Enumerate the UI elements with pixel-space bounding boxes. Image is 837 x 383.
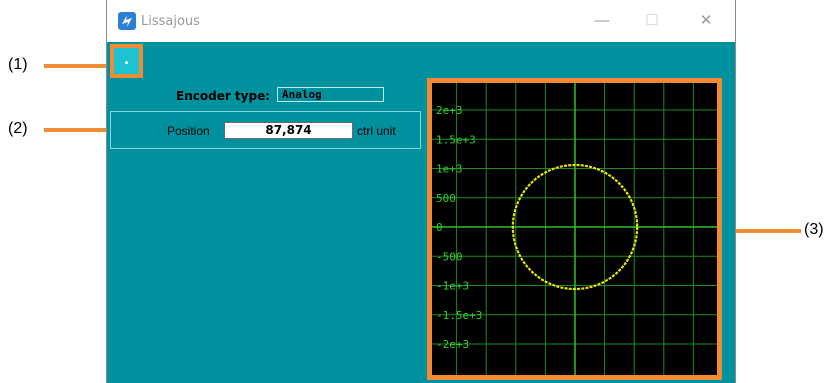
position-label: Position [167,124,210,138]
lissajous-plot: 2e+3 1.5e+3 1e+3 500 0 -500 -1e+3 -1.5e+3 -2e+3 [427,78,722,380]
position-value-field: 87,874 [224,122,353,139]
y-tick-label: 0 [436,221,443,234]
callout-label-2: (2) [8,120,28,137]
y-tick-label: 2e+3 [436,104,463,117]
y-tick-label: -1e+3 [436,280,469,293]
callout-label-3: (3) [804,221,824,238]
title-bar[interactable]: Lissajous — ☐ ✕ [107,0,735,42]
y-tick-label: -500 [436,250,463,263]
position-group: Position 87,874 ctrl unit [110,111,421,149]
close-button[interactable]: ✕ [691,8,721,34]
y-tick-label: 1.5e+3 [436,133,476,146]
callout-label-1: (1) [8,56,28,73]
lissajous-plot-canvas: 2e+3 1.5e+3 1e+3 500 0 -500 -1e+3 -1.5e+3 -2e+3 [432,83,717,375]
maximize-button[interactable]: ☐ [637,8,667,34]
minimize-button[interactable]: — [587,8,617,34]
window-title: Lissajous [141,14,200,29]
lissajous-window: Lissajous — ☐ ✕ . Encoder type: Analog P… [106,0,736,383]
y-tick-label: -1.5e+3 [436,309,482,322]
dot-button[interactable]: . [110,44,143,78]
encoder-type-label: Encoder type: [176,89,271,103]
app-logo-icon [118,12,136,30]
y-tick-label: -2e+3 [436,338,469,351]
position-unit-label: ctrl unit [357,124,396,138]
y-tick-label: 500 [436,192,456,205]
y-tick-label: 1e+3 [436,163,463,176]
encoder-type-value: Analog [277,87,384,102]
callout-line-1 [44,64,110,68]
client-area: . Encoder type: Analog Position 87,874 c… [107,42,735,383]
